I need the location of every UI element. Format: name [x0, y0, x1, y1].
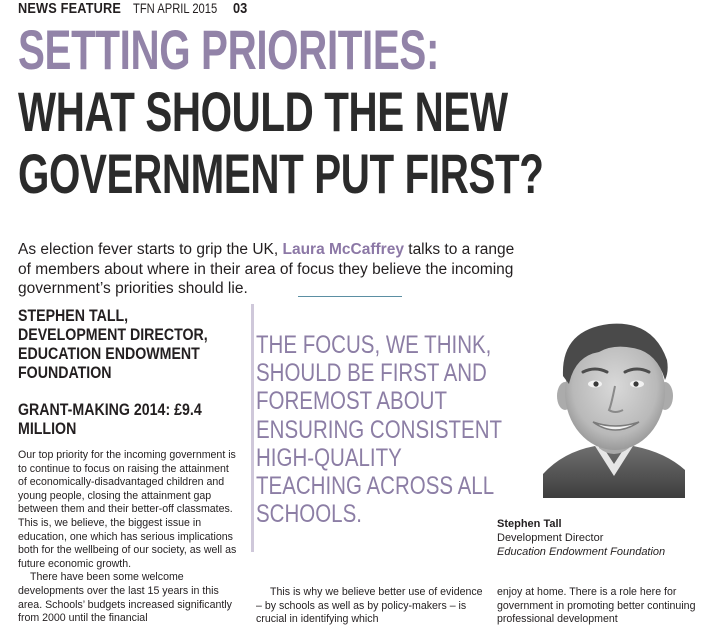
issue-label: TFN APRIL 2015	[133, 0, 218, 16]
pull-quote-bar	[251, 304, 254, 552]
left-column: STEPHEN TALL, DEVELOPMENT DIRECTOR, EDUC…	[18, 307, 240, 626]
portrait-photo	[543, 323, 685, 498]
middle-column-text: This is why we believe better use of evi…	[256, 586, 483, 626]
headline-line-2: WHAT SHOULD THE NEW	[18, 80, 508, 143]
headline-line-3: GOVERNMENT PUT FIRST?	[18, 142, 544, 205]
intro-divider	[298, 296, 402, 297]
body-paragraph-1: Our top priority for the incoming govern…	[18, 449, 237, 570]
headline-line-1: SETTING PRIORITIES:	[18, 18, 440, 81]
intro-standfirst: As election fever starts to grip the UK,…	[18, 240, 518, 299]
caption-name: Stephen Tall	[497, 518, 562, 530]
right-column-text: enjoy at home. There is a role here for …	[497, 586, 696, 626]
pull-quote: THE FOCUS, WE THINK, SHOULD BE FIRST AND…	[256, 331, 502, 529]
section-label: NEWS FEATURE	[18, 0, 122, 17]
intro-text-before: As election fever starts to grip the UK,	[18, 241, 283, 258]
caption-role: Development Director	[497, 532, 604, 544]
page-number: 03	[232, 0, 247, 17]
author-name: Laura McCaffrey	[282, 241, 404, 258]
caption-organisation: Education Endowment Foundation	[497, 546, 666, 558]
profile-name-title: STEPHEN TALL, DEVELOPMENT DIRECTOR, EDUC…	[18, 307, 208, 382]
grant-making-subhead: GRANT-MAKING 2014: £9.4 MILLION	[18, 401, 202, 438]
photo-caption: Stephen Tall Development Director Educat…	[497, 517, 707, 559]
body-paragraph-2: There have been some welcome development…	[18, 571, 232, 625]
